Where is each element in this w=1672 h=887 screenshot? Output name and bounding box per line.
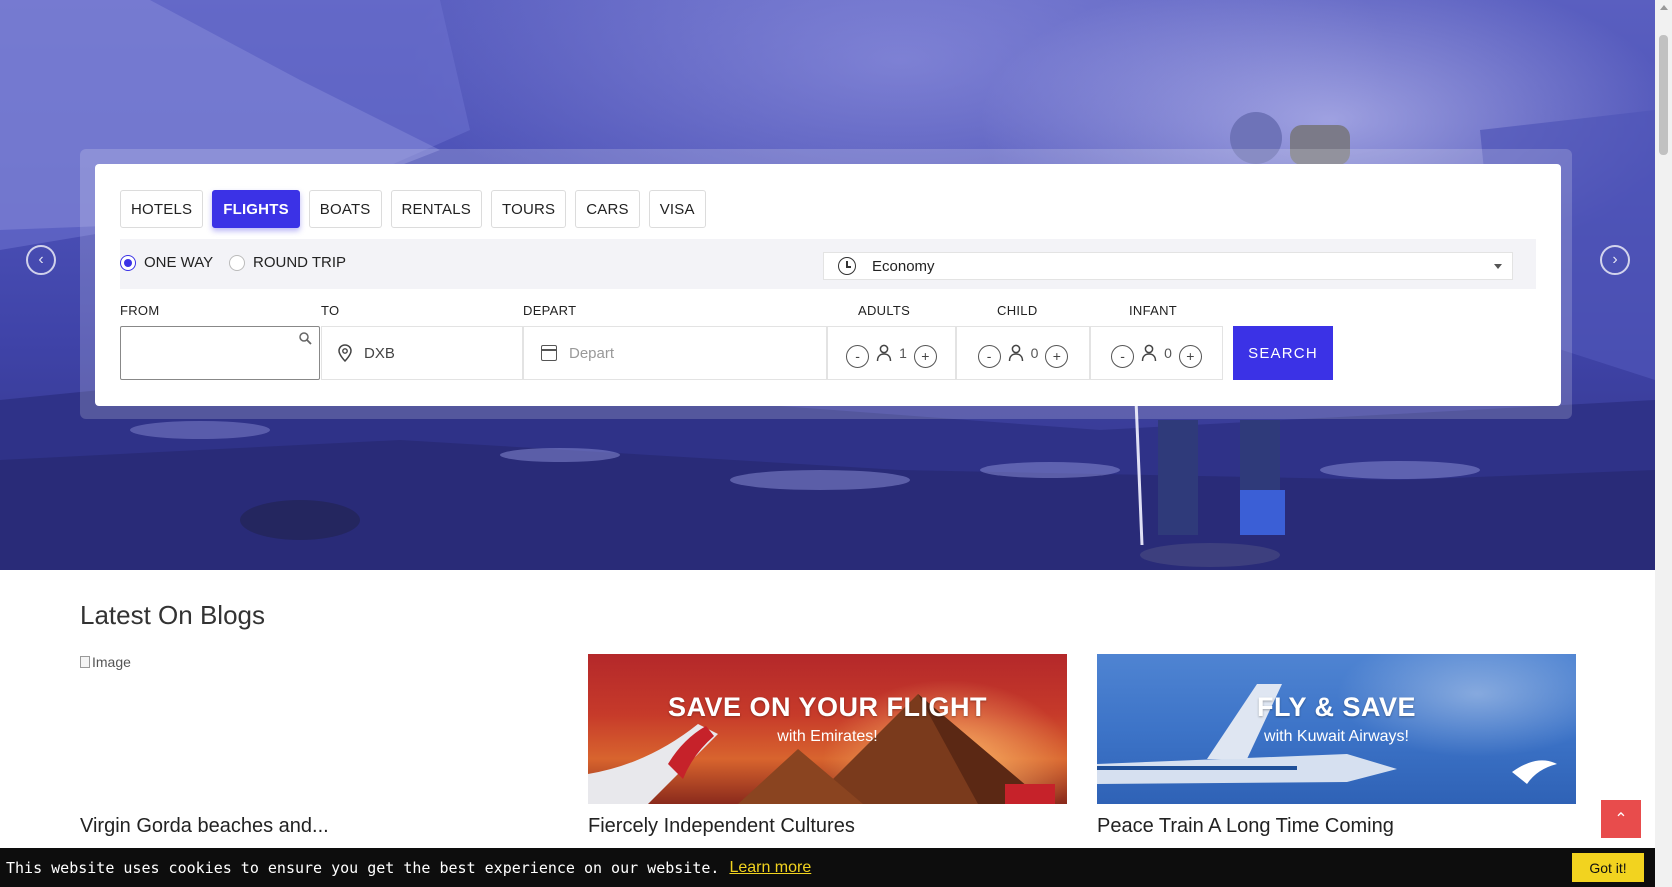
cabin-class-value: Economy bbox=[872, 257, 935, 275]
to-input[interactable]: DXB bbox=[321, 326, 523, 380]
cookie-message: This website uses cookies to ensure you … bbox=[6, 858, 720, 877]
search-button[interactable]: SEARCH bbox=[1233, 326, 1333, 380]
chevron-up-icon[interactable]: ⌃ bbox=[1601, 800, 1641, 838]
child-stepper: - 0 + bbox=[956, 326, 1090, 380]
broken-image-icon bbox=[80, 656, 90, 668]
tab-tours[interactable]: TOURS bbox=[491, 190, 567, 228]
promo-title: SAVE ON YOUR FLIGHT bbox=[667, 692, 988, 722]
adults-plus-button[interactable]: + bbox=[913, 344, 937, 368]
promo-subtitle: with Emirates! bbox=[777, 728, 878, 745]
cabin-class-select[interactable]: Economy bbox=[823, 252, 1513, 280]
one-way-radio[interactable]: ONE WAY bbox=[120, 254, 213, 271]
to-label: TO bbox=[321, 303, 340, 318]
scroll-up-icon[interactable] bbox=[1660, 5, 1668, 10]
adults-count: 1 bbox=[899, 345, 907, 361]
infant-label: INFANT bbox=[1129, 303, 1178, 318]
tab-boats[interactable]: BOATS bbox=[308, 190, 382, 228]
tab-flights[interactable]: FLIGHTS bbox=[212, 190, 300, 228]
learn-more-link[interactable]: Learn more bbox=[729, 859, 811, 877]
blog-image-emirates[interactable]: SAVE ON YOUR FLIGHT with Emirates! bbox=[588, 654, 1067, 804]
chevron-right-icon[interactable]: › bbox=[1600, 245, 1630, 275]
infant-plus-button[interactable]: + bbox=[1178, 344, 1202, 368]
child-plus-button[interactable]: + bbox=[1045, 344, 1069, 368]
promo-title: FLY & SAVE bbox=[1256, 692, 1417, 722]
round-trip-label: ROUND TRIP bbox=[253, 254, 347, 271]
blogs-heading: Latest On Blogs bbox=[80, 600, 265, 630]
search-tabs: HOTELS FLIGHTS BOATS RENTALS TOURS CARS … bbox=[120, 190, 706, 228]
scrollbar[interactable] bbox=[1655, 0, 1672, 887]
from-label: FROM bbox=[120, 303, 160, 318]
chevron-down-icon bbox=[1494, 264, 1502, 269]
tab-rentals[interactable]: RENTALS bbox=[390, 190, 482, 228]
person-icon bbox=[1008, 344, 1023, 362]
trip-type-row: ONE WAY ROUND TRIP Economy bbox=[120, 239, 1536, 289]
chevron-left-icon[interactable]: ‹ bbox=[26, 245, 56, 275]
from-input[interactable] bbox=[120, 326, 320, 380]
depart-input[interactable]: Depart bbox=[523, 326, 827, 380]
accept-cookies-button[interactable]: Got it! bbox=[1572, 853, 1644, 882]
radio-unselected-icon bbox=[229, 254, 245, 271]
promo-subtitle: with Kuwait Airways! bbox=[1264, 728, 1409, 745]
to-value: DXB bbox=[364, 344, 395, 362]
infant-stepper: - 0 + bbox=[1090, 326, 1223, 380]
blog-post-title[interactable]: Peace Train A Long Time Coming bbox=[1097, 815, 1394, 838]
search-icon bbox=[299, 332, 312, 345]
clock-icon bbox=[838, 257, 856, 275]
infant-count: 0 bbox=[1164, 345, 1172, 361]
broken-image-alt: Image bbox=[92, 654, 131, 670]
radio-selected-icon bbox=[120, 254, 136, 271]
location-pin-icon bbox=[338, 344, 352, 362]
depart-placeholder: Depart bbox=[569, 344, 615, 362]
adults-label: ADULTS bbox=[858, 303, 911, 318]
blog-image-kuwait[interactable]: FLY & SAVE with Kuwait Airways! bbox=[1097, 654, 1576, 804]
person-icon bbox=[876, 344, 892, 362]
broken-image[interactable]: Image bbox=[80, 654, 131, 670]
person-icon bbox=[1141, 344, 1157, 362]
calendar-icon bbox=[541, 345, 557, 361]
blog-post-title[interactable]: Fiercely Independent Cultures bbox=[588, 815, 855, 838]
child-minus-button[interactable]: - bbox=[977, 344, 1001, 368]
tab-cars[interactable]: CARS bbox=[575, 190, 640, 228]
infant-minus-button[interactable]: - bbox=[1111, 344, 1135, 368]
search-panel: HOTELS FLIGHTS BOATS RENTALS TOURS CARS … bbox=[95, 164, 1561, 406]
round-trip-radio[interactable]: ROUND TRIP bbox=[229, 254, 346, 271]
cookie-banner: This website uses cookies to ensure you … bbox=[0, 848, 1655, 887]
adults-minus-button[interactable]: - bbox=[846, 344, 870, 368]
scrollbar-thumb[interactable] bbox=[1659, 35, 1668, 155]
tab-visa[interactable]: VISA bbox=[648, 190, 706, 228]
tab-hotels[interactable]: HOTELS bbox=[120, 190, 204, 228]
one-way-label: ONE WAY bbox=[144, 254, 214, 271]
depart-label: DEPART bbox=[523, 303, 577, 318]
child-count: 0 bbox=[1030, 345, 1039, 361]
child-label: CHILD bbox=[997, 303, 1038, 318]
adults-stepper: - 1 + bbox=[827, 326, 956, 380]
blog-post-title[interactable]: Virgin Gorda beaches and... bbox=[80, 815, 329, 838]
